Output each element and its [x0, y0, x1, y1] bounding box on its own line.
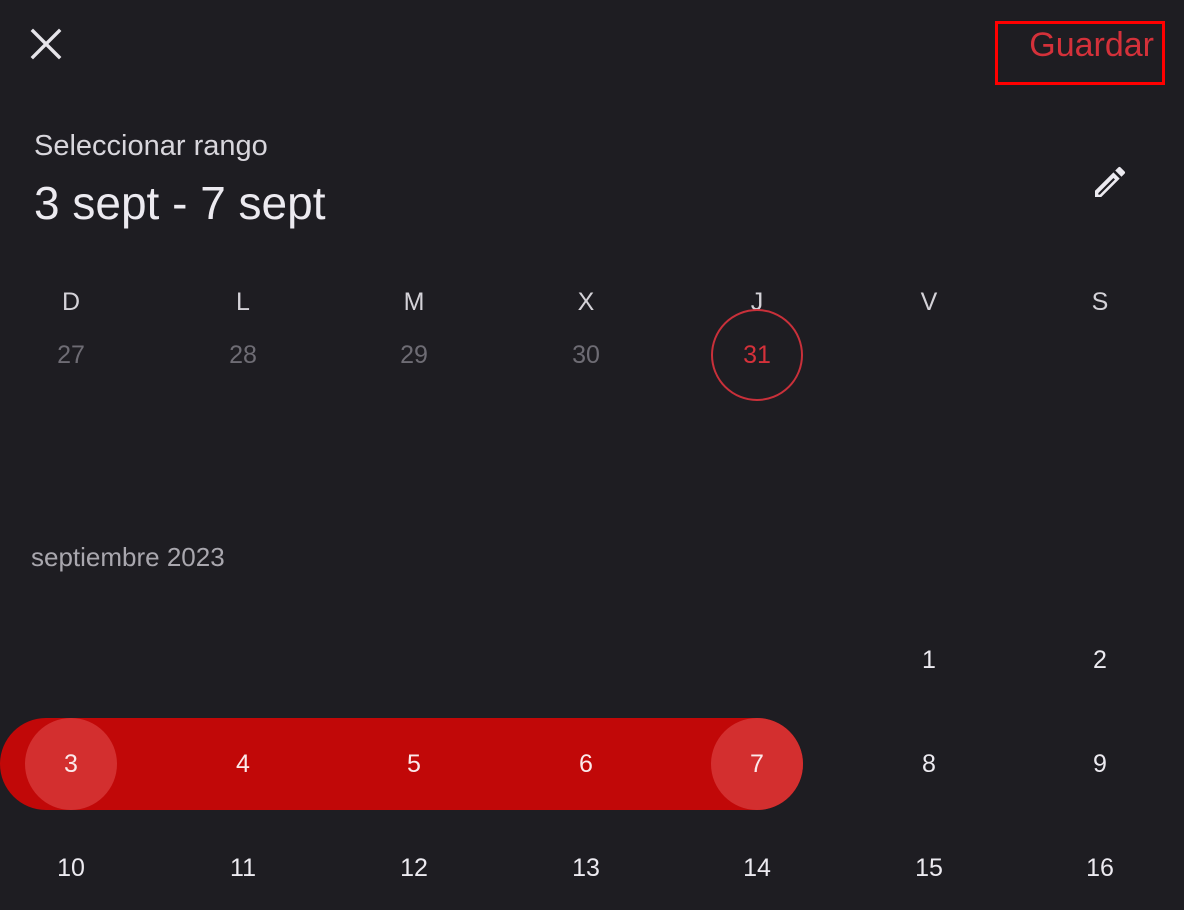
weekday-label: V [920, 288, 938, 316]
day-cell-in-range[interactable]: 6 [540, 718, 632, 810]
date-range-picker: Guardar Seleccionar rango 3 sept - 7 sep… [0, 0, 1184, 910]
day-cell-range-start[interactable]: 3 [25, 718, 117, 810]
pencil-icon [1095, 166, 1126, 197]
close-button[interactable] [22, 20, 70, 68]
day-cell[interactable]: 11 [197, 822, 289, 910]
selected-range-text: 3 sept - 7 sept [34, 177, 326, 229]
day-cell[interactable]: 16 [1054, 822, 1146, 910]
day-cell[interactable]: 1 [883, 614, 975, 706]
select-range-label: Seleccionar rango [34, 130, 268, 162]
day-cell[interactable]: 8 [883, 718, 975, 810]
edit-button[interactable] [1086, 158, 1134, 206]
close-icon [30, 28, 62, 60]
day-cell[interactable]: 12 [368, 822, 460, 910]
day-cell-range-end[interactable]: 7 [711, 718, 803, 810]
weekday-label: S [1091, 288, 1109, 316]
day-cell-prev-month[interactable]: 27 [25, 309, 117, 401]
day-cell-today[interactable]: 31 [711, 309, 803, 401]
day-cell[interactable]: 15 [883, 822, 975, 910]
day-cell-prev-month[interactable]: 28 [197, 309, 289, 401]
save-button[interactable]: Guardar [1029, 24, 1154, 66]
day-cell-in-range[interactable]: 5 [368, 718, 460, 810]
day-cell[interactable]: 13 [540, 822, 632, 910]
day-cell[interactable]: 2 [1054, 614, 1146, 706]
day-cell-in-range[interactable]: 4 [197, 718, 289, 810]
day-cell[interactable]: 14 [711, 822, 803, 910]
day-cell-prev-month[interactable]: 29 [368, 309, 460, 401]
day-cell[interactable]: 10 [25, 822, 117, 910]
day-cell[interactable]: 9 [1054, 718, 1146, 810]
day-cell-prev-month[interactable]: 30 [540, 309, 632, 401]
month-label: septiembre 2023 [31, 542, 225, 572]
